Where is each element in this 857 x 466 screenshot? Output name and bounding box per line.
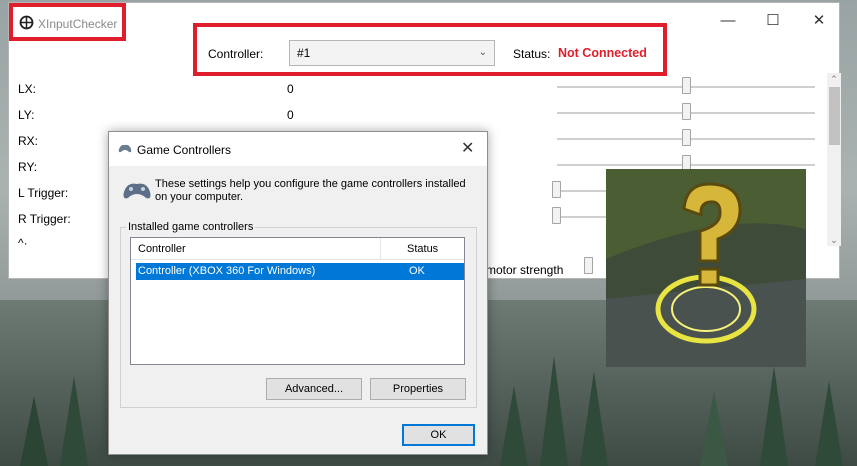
tree-decoration bbox=[540, 356, 568, 466]
tree-decoration bbox=[500, 386, 528, 466]
scrollbar-thumb[interactable] bbox=[829, 87, 840, 145]
axis-label-extra: ^· bbox=[18, 236, 28, 250]
tree-decoration bbox=[20, 396, 48, 466]
axis-label-lx: LX: bbox=[18, 82, 37, 96]
ly-slider-thumb[interactable] bbox=[682, 103, 691, 120]
scrollbar[interactable]: ⌃ ⌄ bbox=[827, 73, 841, 246]
list-item-status: OK bbox=[409, 265, 425, 277]
close-icon[interactable]: ✕ bbox=[809, 11, 829, 31]
tree-decoration bbox=[60, 376, 88, 466]
rx-slider-thumb[interactable] bbox=[682, 129, 691, 146]
axis-label-ltrigger: L Trigger: bbox=[18, 186, 69, 200]
list-header: Controller Status bbox=[131, 238, 464, 260]
controllers-list[interactable]: Controller Status Controller (XBOX 360 F… bbox=[130, 237, 465, 365]
rtrigger-slider[interactable] bbox=[552, 216, 612, 218]
dialog-description: These settings help you configure the ga… bbox=[155, 178, 466, 203]
list-item[interactable]: Controller (XBOX 360 For Windows) OK bbox=[136, 263, 464, 280]
question-mark-icon bbox=[606, 169, 806, 367]
ltrigger-slider[interactable] bbox=[552, 190, 612, 192]
close-icon[interactable]: ✕ bbox=[461, 138, 474, 158]
ok-button[interactable]: OK bbox=[402, 424, 475, 446]
advanced-button[interactable]: Advanced... bbox=[266, 378, 362, 400]
gamepad-icon bbox=[123, 183, 151, 199]
maximize-icon[interactable]: ☐ bbox=[763, 11, 783, 31]
list-item-controller: Controller (XBOX 360 For Windows) bbox=[138, 265, 316, 277]
column-header-status[interactable]: Status bbox=[407, 243, 438, 255]
controller-select[interactable]: #1 ⌄ bbox=[289, 40, 495, 66]
dialog-title: Game Controllers bbox=[137, 143, 232, 157]
motor-slider-thumb[interactable] bbox=[584, 257, 593, 274]
ltrigger-slider-thumb[interactable] bbox=[552, 181, 561, 198]
axis-label-ry: RY: bbox=[18, 160, 38, 174]
axis-label-rx: RX: bbox=[18, 134, 39, 148]
controller-label: Controller: bbox=[208, 47, 264, 61]
tree-decoration bbox=[580, 371, 608, 466]
column-divider bbox=[380, 238, 381, 260]
rtrigger-slider-thumb[interactable] bbox=[552, 207, 561, 224]
tree-decoration bbox=[815, 381, 843, 466]
axis-value-lx: 0 bbox=[287, 82, 294, 96]
gamepad-icon bbox=[118, 144, 132, 153]
axis-label-ly: LY: bbox=[18, 108, 35, 122]
status-label: Status: bbox=[513, 47, 551, 61]
lx-slider-thumb[interactable] bbox=[682, 77, 691, 94]
chevron-down-icon: ⌄ bbox=[478, 47, 487, 58]
motor-strength-label: motor strength bbox=[486, 263, 564, 277]
tree-decoration bbox=[760, 366, 788, 466]
game-controllers-dialog: Game Controllers ✕ These settings help y… bbox=[108, 131, 488, 455]
tree-decoration bbox=[700, 391, 728, 466]
group-title: Installed game controllers bbox=[126, 221, 256, 233]
status-value: Not Connected bbox=[558, 46, 647, 60]
column-header-controller[interactable]: Controller bbox=[138, 243, 186, 255]
axis-value-ly: 0 bbox=[287, 108, 294, 122]
dialog-titlebar: Game Controllers ✕ bbox=[109, 132, 487, 166]
minimize-icon[interactable]: — bbox=[718, 11, 738, 31]
scroll-down-icon[interactable]: ⌄ bbox=[827, 234, 841, 246]
title-highlight-box bbox=[9, 3, 126, 41]
controller-select-value: #1 bbox=[297, 46, 311, 60]
axis-label-rtrigger: R Trigger: bbox=[18, 212, 71, 226]
scroll-up-icon[interactable]: ⌃ bbox=[827, 73, 841, 85]
properties-button[interactable]: Properties bbox=[370, 378, 466, 400]
question-mark-image bbox=[606, 169, 806, 367]
